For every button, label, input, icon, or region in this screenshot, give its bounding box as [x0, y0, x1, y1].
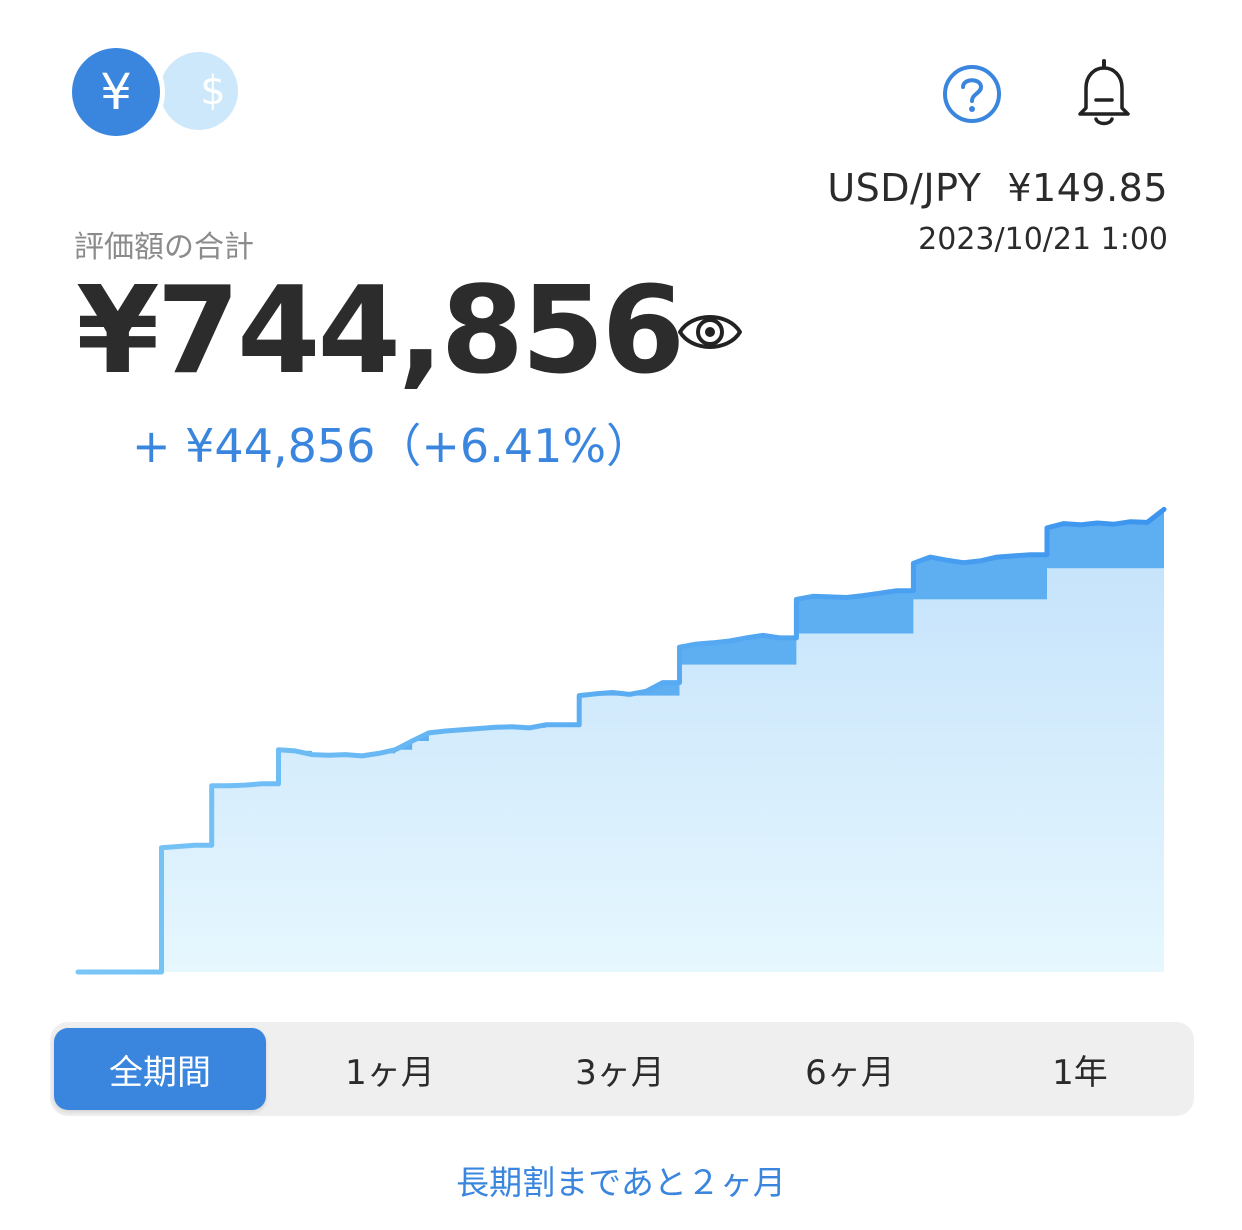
period-tab-1m[interactable]: 1ヶ月	[284, 1028, 496, 1110]
visibility-toggle[interactable]	[676, 306, 744, 358]
period-tab-label: 全期間	[109, 1052, 211, 1093]
total-gain: + ¥44,856（+6.41%）	[132, 419, 653, 473]
total-label: 評価額の合計	[74, 230, 254, 265]
period-tab-1y[interactable]: 1年	[974, 1028, 1186, 1110]
notifications-button[interactable]	[1072, 58, 1136, 128]
bell-icon	[1078, 59, 1130, 126]
jpy-toggle[interactable]: ¥	[72, 48, 160, 136]
period-tab-label: 6ヶ月	[805, 1052, 895, 1093]
period-tab-label: 3ヶ月	[575, 1052, 665, 1093]
valuation-chart	[75, 506, 1167, 975]
invested-area	[78, 537, 1164, 972]
fx-rate-value: ¥149.85	[1007, 166, 1168, 210]
period-tab-label: 1年	[1052, 1052, 1108, 1093]
fx-timestamp: 2023/10/21 1:00	[918, 222, 1168, 257]
total-valuation: ¥744,856	[76, 262, 685, 401]
dollar-icon: $	[200, 68, 226, 114]
period-tab-3m[interactable]: 3ヶ月	[514, 1028, 726, 1110]
period-tab-label: 1ヶ月	[345, 1052, 435, 1093]
long-term-discount-note[interactable]: 長期割まであと２ヶ月	[0, 1156, 1242, 1204]
fx-rate: USD/JPY ¥149.85	[827, 166, 1168, 210]
question-circle-icon	[943, 65, 1001, 123]
yen-icon: ¥	[100, 63, 132, 121]
period-tab-all[interactable]: 全期間	[54, 1028, 266, 1110]
fx-pair: USD/JPY	[827, 166, 982, 210]
period-selector: 全期間 1ヶ月 3ヶ月 6ヶ月 1年	[50, 1022, 1194, 1116]
eye-icon	[678, 315, 742, 349]
period-tab-6m[interactable]: 6ヶ月	[744, 1028, 956, 1110]
usd-toggle[interactable]: $	[160, 52, 238, 130]
help-button[interactable]	[940, 62, 1004, 126]
